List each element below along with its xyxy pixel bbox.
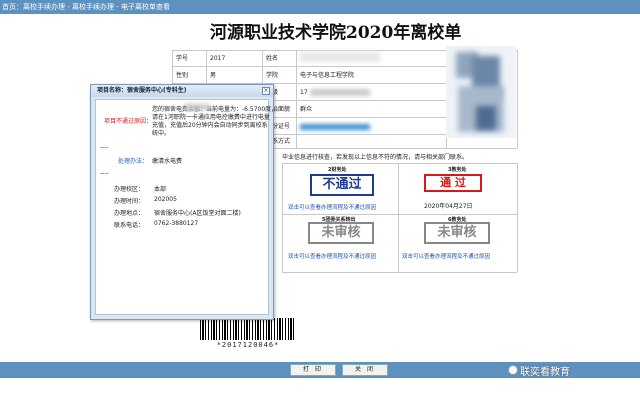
status-link-finance[interactable]: 双击可以查看办理流程及不通过原因 [288, 203, 376, 211]
value-gender: 男 [210, 72, 217, 79]
grid-line [296, 50, 297, 148]
separator: ---- [100, 144, 109, 151]
barcode [200, 318, 296, 340]
stamp-fail: 不通过 [310, 174, 374, 196]
grid-line [282, 272, 517, 273]
grid-line [398, 163, 399, 272]
field-value: 宿舍服务中心(A区饭堂对面二楼) [154, 210, 241, 217]
breadcrumb-bar: 首页：离校手续办理 - 离校手续办理 - 电子离校单查看 [0, 0, 640, 14]
page-title: 河源职业技术学院2020年离校单 [210, 23, 462, 43]
redacted-class [310, 89, 370, 96]
barcode-number: *2017120046* [216, 341, 280, 349]
wechat-icon [508, 365, 518, 375]
dialog-body: 项目不通过原因： 您的宿舍电费余额：当前电量为：-6.5700度， 请在1河职院… [95, 99, 277, 315]
label-college: 学院 [266, 72, 279, 79]
field-label: 联系电话： [114, 222, 145, 229]
status-link-league[interactable]: 双击可以查看办理流程及不通过原因 [288, 252, 376, 260]
watermark: 联奕看教育 [520, 367, 570, 378]
label-student-id: 学号 [176, 55, 189, 62]
value-political: 群众 [300, 106, 313, 113]
redacted-id-number [300, 124, 370, 130]
field-value: 0762-3880127 [154, 220, 199, 227]
field-value: 202005 [154, 196, 177, 203]
grid-line [282, 163, 283, 272]
status-date-academic: 2020年04月27日 [424, 203, 473, 210]
grid-line [282, 214, 517, 215]
stamp-pending: 未审核 [308, 222, 374, 244]
field-label: 办理时间： [114, 198, 145, 205]
grid-line [517, 50, 518, 148]
grid-line [517, 163, 518, 272]
method-label: 处理办法： [118, 158, 149, 165]
stamp-pending: 未审核 [424, 222, 490, 244]
grid-line [172, 66, 446, 67]
reason-line: 统中。 [152, 130, 171, 137]
method-value: 缴清水电费 [152, 158, 183, 165]
field-value: 本部 [154, 186, 167, 193]
grid-line [282, 163, 517, 164]
value-student-id: 2017 [210, 55, 226, 62]
dialog-close-icon[interactable]: × [262, 87, 270, 95]
student-photo [446, 46, 516, 138]
field-label: 办理校区： [114, 186, 145, 193]
detail-dialog: 项目名称：宿舍服务中心(专科生) × 项目不通过原因： 您的宿舍电费余额：当前电… [90, 84, 277, 320]
status-title-finance: 2财务处 [328, 167, 347, 173]
status-title-academic: 3教务处 [448, 167, 467, 173]
label-gender: 性别 [176, 72, 189, 79]
label-name: 姓名 [266, 55, 279, 62]
value-college: 电子与信息工程学院 [300, 72, 355, 79]
notice-text: 毕业信息进行核查，若发现以上信息不符的情况，请与相关部门联系。 [282, 154, 469, 161]
close-button[interactable]: 关 闭 [342, 364, 388, 376]
print-button[interactable]: 打 印 [290, 364, 336, 376]
field-label: 办理地点： [114, 210, 145, 217]
redacted-name [300, 52, 380, 62]
redacted-text [184, 104, 210, 110]
breadcrumb: 首页：离校手续办理 - 离校手续办理 - 电子离校单查看 [2, 3, 170, 11]
status-link-office[interactable]: 双击可以查看办理流程及不通过原因 [402, 252, 490, 260]
separator: ---- [100, 170, 109, 177]
reason-label: 项目不通过原因： [104, 118, 153, 125]
stamp-pass: 通 过 [424, 174, 482, 192]
value-class: 17 [300, 89, 308, 96]
dialog-title: 项目名称：宿舍服务中心(专科生) [91, 85, 273, 97]
